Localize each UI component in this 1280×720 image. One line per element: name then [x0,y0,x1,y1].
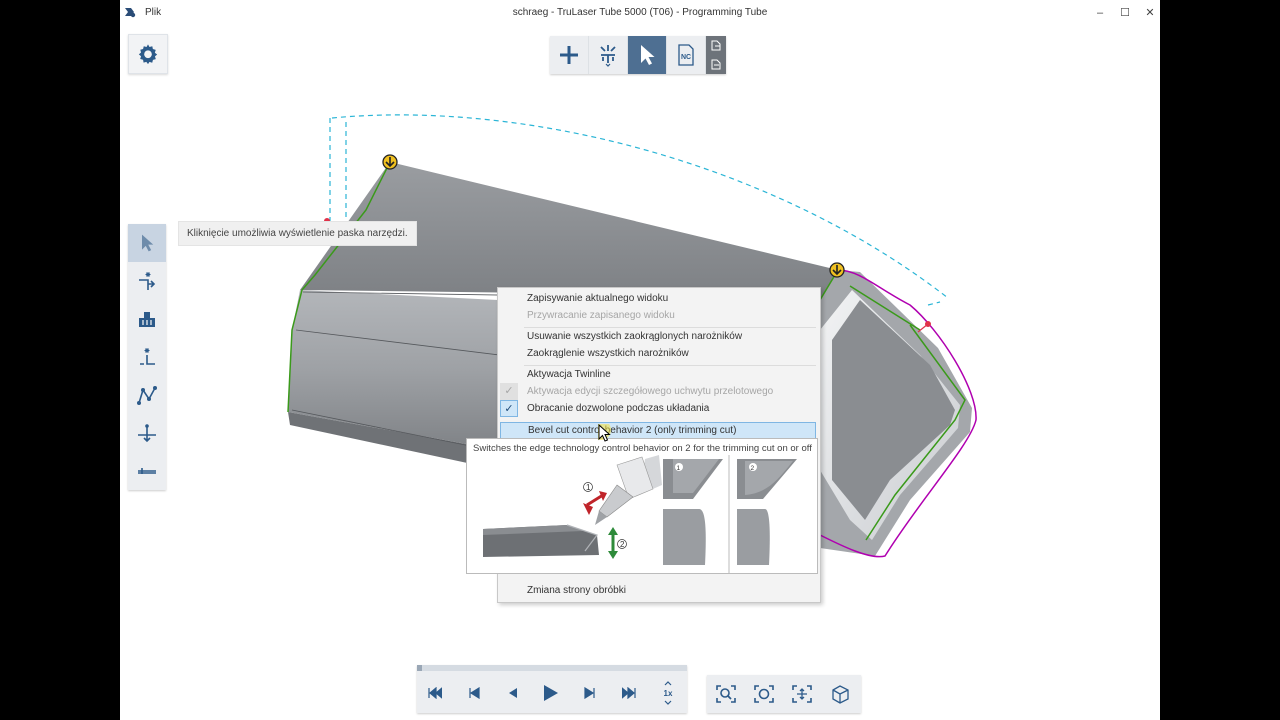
top-toolbar: NC [550,36,726,74]
speed-label: 1x [664,689,673,698]
window-title: schraeg - TruLaser Tube 5000 (T06) - Pro… [512,7,768,18]
maximize-button[interactable]: ☐ [1114,4,1136,22]
toolbar-hint-tooltip: Kliknięcie umożliwia wyświetlenie paska … [178,221,417,246]
menu-item-bevel-cut-control[interactable]: Bevel cut control behavior 2 (only trimm… [500,422,816,439]
left-toolbar [128,224,166,490]
play-icon [544,685,558,701]
add-button[interactable] [550,36,589,74]
micro-joint-icon [138,424,156,443]
skip-to-start-icon [428,687,442,699]
contour-path-tool-button[interactable] [128,376,166,414]
3d-view-button[interactable] [821,675,859,713]
nc-icon: NC [678,44,694,66]
clamp-marker-left-icon[interactable] [382,154,398,170]
select-pointer-icon [142,234,154,252]
menu-item-remove-rounded-corners[interactable]: Usuwanie wszystkich zaokrąglonych narożn… [527,328,742,345]
speed-button[interactable]: 1x [654,679,682,707]
playback-controls: 1x [417,665,687,713]
zoom-fit-icon [754,685,774,703]
start-point-tool-button[interactable] [128,338,166,376]
select-mode-button[interactable] [628,36,667,74]
progress-fill [417,665,423,671]
import-icon[interactable] [711,59,721,70]
view-controls [707,675,861,713]
plus-icon [560,46,578,64]
select-tool-button[interactable] [128,224,166,262]
step-back-icon [469,687,480,699]
select-pointer-icon [641,45,655,65]
bevel-cut-tooltip: Switches the edge technology control beh… [466,438,818,574]
zoom-extents-button[interactable] [783,675,821,713]
progress-track[interactable] [417,665,687,671]
skip-to-end-icon [622,687,636,699]
step-forward-icon [584,687,595,699]
separation-cut-icon [138,468,156,474]
3d-view-icon [832,685,849,704]
part-settings-icon [600,45,616,67]
menu-item-detailed-gripper-edit[interactable]: Aktywacja edycji szczegółowego uchwytu p… [527,383,773,400]
zoom-extents-icon [792,685,812,703]
checkmark-icon: ✓ [500,400,518,417]
lead-in-tool-button[interactable] [128,262,166,300]
step-back-button[interactable] [460,679,488,707]
zoom-fit-button[interactable] [745,675,783,713]
nc-button[interactable]: NC [667,36,706,74]
menu-item-change-machining-side[interactable]: Zmiana strony obróbki [527,582,626,599]
lead-in-icon [139,272,156,290]
skip-to-start-button[interactable] [421,679,449,707]
title-bar: Plik schraeg - TruLaser Tube 5000 (T06) … [120,0,1160,26]
settings-button[interactable] [128,34,168,74]
cut-start-line-right [917,323,929,333]
export-icon[interactable] [711,40,721,51]
part-settings-button[interactable] [589,36,628,74]
skip-to-end-button[interactable] [615,679,643,707]
menu-item-activate-twinline[interactable]: Aktywacja Twinline [527,366,611,383]
panel-1-marker: 1 [677,465,681,472]
application-window: Plik schraeg - TruLaser Tube 5000 (T06) … [120,0,1160,720]
zoom-window-button[interactable] [707,675,745,713]
menu-item-bevel-cut-label: Bevel cut control behavior 2 (only trimm… [528,425,737,436]
menu-item-rotation-allowed[interactable]: Obracanie dozwolone podczas układania [527,400,709,417]
clamp-marker-right-icon[interactable] [829,262,845,278]
start-point-icon [140,348,155,365]
zoom-window-icon [716,685,736,703]
micro-joint-tool-button[interactable] [128,414,166,452]
speed-icon: 1x [664,681,673,705]
parts-group-tool-button[interactable] [128,300,166,338]
minimize-button[interactable]: – [1089,4,1111,22]
menu-item-restore-view[interactable]: Przywracanie zapisanego widoku [527,307,675,324]
menu-item-round-all-corners[interactable]: Zaokrąglenie wszystkich narożników [527,345,689,362]
separation-cut-tool-button[interactable] [128,452,166,490]
reverse-icon [509,688,517,698]
bevel-tooltip-text: Switches the edge technology control beh… [473,443,812,454]
contour-path-icon [137,386,157,405]
parts-group-icon [139,312,155,327]
menu-item-save-view[interactable]: Zapisywanie aktualnego widoku [527,290,668,307]
bevel-cut-illustration: 1 2 1 2 [483,455,797,573]
panel-2-marker: 2 [751,465,755,472]
play-button[interactable] [537,679,565,707]
mouse-cursor-icon [598,424,611,442]
close-button[interactable]: ✕ [1139,4,1160,22]
reverse-button[interactable] [499,679,527,707]
export-panel [706,36,726,74]
checkmark-icon: ✓ [500,383,518,400]
nc-label: NC [681,54,691,61]
step-forward-button[interactable] [576,679,604,707]
gear-icon [138,44,158,65]
